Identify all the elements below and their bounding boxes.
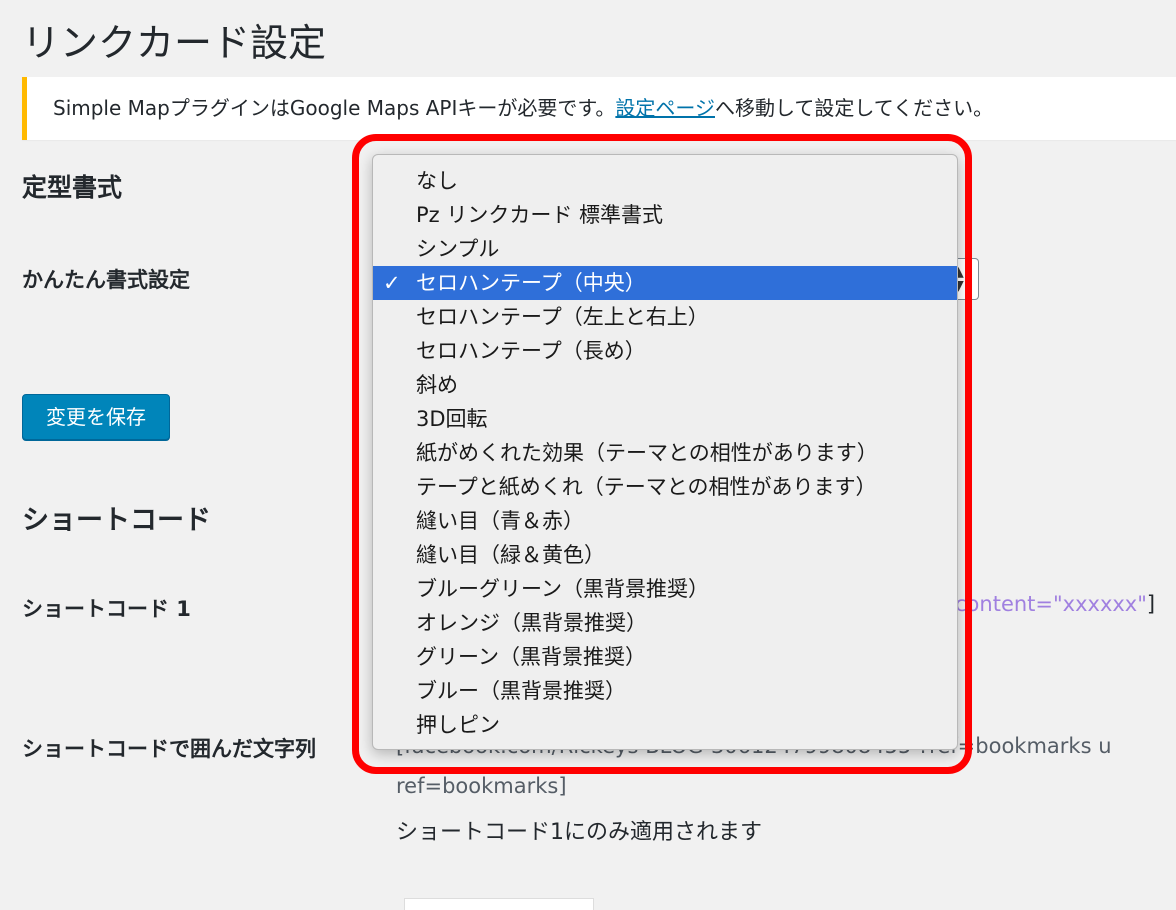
dropdown-option[interactable]: ✓ セロハンテープ（中央） [373,266,957,300]
dropdown-option[interactable]: 押しピン [373,708,957,742]
dropdown-option-label: 3D回転 [416,407,488,431]
easy-format-label: かんたん書式設定 [22,268,190,292]
dropdown-option-label: セロハンテープ（長め） [416,339,646,363]
dropdown-option-label: 縫い目（緑＆黄色） [416,543,605,567]
dropdown-option-label: 紙がめくれた効果（テーマとの相性があります） [416,441,878,465]
dropdown-option-label: シンプル [416,237,500,261]
dropdown-option[interactable]: 縫い目（緑＆黄色） [373,538,957,572]
shortcode1-attr: content="xxxxxx" [955,592,1147,616]
dropdown-option[interactable]: セロハンテープ（長め） [373,334,957,368]
dropdown-option[interactable]: オレンジ（黒背景推奨） [373,606,957,640]
api-key-notice: Simple MapプラグインはGoogle Maps APIキーが必要です。設… [22,77,1176,140]
page-title: リンクカード設定 [22,21,327,65]
dropdown-option-label: Pz リンクカード 標準書式 [416,203,664,227]
settings-page: リンクカード設定 Simple MapプラグインはGoogle Maps API… [0,0,1176,910]
settings-page-link[interactable]: 設定ページ [615,96,715,120]
dropdown-option-label: 押しピン [416,713,500,737]
dropdown-option[interactable]: セロハンテープ（左上と右上） [373,300,957,334]
dropdown-option[interactable]: Pz リンクカード 標準書式 [373,198,957,232]
dropdown-option-label: テープと紙めくれ（テーマとの相性があります） [416,475,877,499]
shortcode1-bracket: ] [1146,592,1156,616]
dropdown-option[interactable]: なし [373,164,957,198]
dropdown-option-label: なし [416,169,458,193]
notice-text-mid: Google Maps APIキーが必要です。 [289,96,616,120]
dropdown-option-label: セロハンテープ（左上と右上） [416,305,709,329]
shortcode1-value[interactable]: content="xxxxxx"] [955,592,1155,616]
dropdown-option-label: 縫い目（青＆赤） [416,509,584,533]
dropdown-option-label: ブルーグリーン（黒背景推奨） [416,577,709,601]
dropdown-option[interactable]: ブルーグリーン（黒背景推奨） [373,572,957,606]
dropdown-option[interactable]: 縫い目（青＆赤） [373,504,957,538]
checkmark-icon: ✓ [383,271,401,295]
dropdown-option-label: セロハンテープ（中央） [416,271,646,295]
section-heading-standard-format: 定型書式 [22,173,123,202]
dropdown-option[interactable]: シンプル [373,232,957,266]
dropdown-option[interactable]: ブルー（黒背景推奨） [373,674,957,708]
dropdown-option-label: グリーン（黒背景推奨） [416,645,646,669]
dropdown-option[interactable]: テープと紙めくれ（テーマとの相性があります） [373,470,957,504]
dropdown-option[interactable]: 紙がめくれた効果（テーマとの相性があります） [373,436,957,470]
section-heading-shortcode: ショートコード [22,505,211,536]
dropdown-option-label: オレンジ（黒背景推奨） [416,611,647,635]
dropdown-option-label: ブルー（黒背景推奨） [416,679,626,703]
save-button[interactable]: 変更を保存 [22,394,170,440]
bottom-input-field[interactable] [404,898,594,910]
enclosed-text-label: ショートコードで囲んだ文字列 [22,737,316,761]
enclosed-text-line2[interactable]: ref=bookmarks] [396,774,567,798]
dropdown-option[interactable]: 3D回転 [373,402,957,436]
enclosed-text-note: ショートコード1にのみ適用されます [396,820,762,845]
dropdown-option[interactable]: 斜め [373,368,957,402]
notice-text-after: へ移動して設定してください。 [714,96,994,120]
notice-text-before: Simple Mapプラグインは [53,96,290,120]
dropdown-option-label: 斜め [416,373,458,397]
easy-format-dropdown-list[interactable]: なし Pz リンクカード 標準書式 シンプル ✓ セロハンテープ（中央） セロハンテープ（… [372,154,958,750]
dropdown-option[interactable]: グリーン（黒背景推奨） [373,640,957,674]
shortcode1-label: ショートコード 1 [22,597,191,621]
